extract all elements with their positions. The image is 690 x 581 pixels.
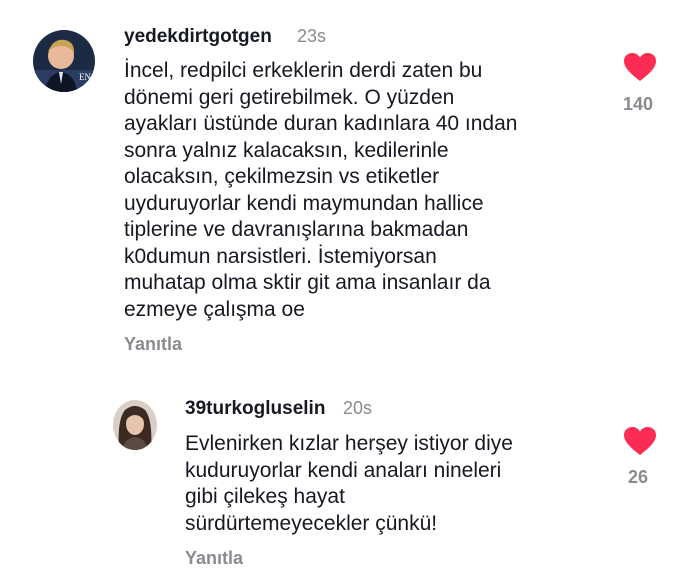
- heart-icon: [624, 427, 656, 455]
- comment-time: 20s: [343, 398, 373, 418]
- avatar-badge: EN: [79, 72, 91, 82]
- like-count: 140: [622, 94, 654, 114]
- comment-text: İncel, redpilci erkeklerin derdi zaten b…: [124, 59, 518, 321]
- avatar[interactable]: EN: [33, 30, 95, 92]
- avatar-image: [113, 400, 157, 450]
- avatar[interactable]: [113, 400, 157, 450]
- like-button[interactable]: [623, 52, 657, 82]
- comment-text: Evlenirken kızlar herşey istiyor diye ku…: [185, 432, 513, 535]
- like-count: 26: [627, 467, 649, 487]
- reply-button[interactable]: Yanıtla: [124, 334, 182, 355]
- comment-username[interactable]: yedekdirtgotgen: [124, 26, 272, 48]
- reply-button[interactable]: Yanıtla: [185, 548, 243, 569]
- like-button[interactable]: [623, 426, 657, 456]
- comment-username[interactable]: 39turkogluselin: [185, 398, 325, 420]
- comment-time: 23s: [297, 26, 327, 46]
- heart-icon: [624, 53, 656, 81]
- avatar-image: EN: [33, 30, 95, 92]
